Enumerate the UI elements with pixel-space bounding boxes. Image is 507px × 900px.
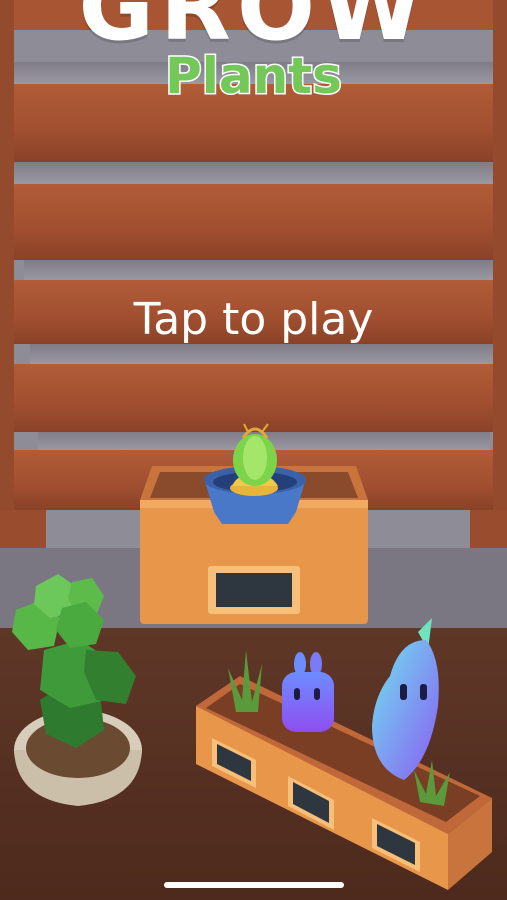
game-subtitle: Plants bbox=[164, 46, 344, 107]
home-indicator[interactable] bbox=[164, 882, 344, 888]
game-scene[interactable] bbox=[0, 0, 507, 900]
tap-to-play-prompt[interactable]: Tap to play bbox=[0, 292, 507, 348]
